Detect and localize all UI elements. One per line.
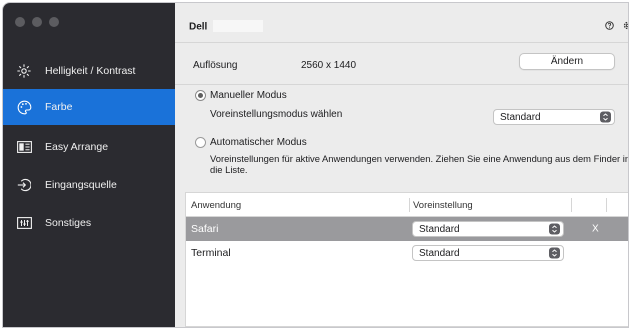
sidebar-item-others[interactable]: Sonstiges [3, 205, 175, 241]
input-source-icon [17, 177, 37, 193]
application-table: Anwendung Voreinstellung Safari Standard… [185, 192, 628, 327]
sidebar-item-color[interactable]: Farbe [3, 89, 175, 125]
column-divider [409, 198, 410, 212]
remove-app-button[interactable]: X [592, 224, 599, 235]
chevron-updown-icon [549, 247, 560, 259]
color-palette-icon [17, 99, 37, 115]
table-row[interactable]: Terminal Standard [186, 241, 628, 265]
minimize-window-button[interactable] [32, 17, 42, 27]
column-header-preset: Voreinstellung [413, 199, 473, 211]
easy-arrange-icon [17, 139, 37, 155]
resolution-label: Auflösung [193, 60, 238, 71]
manual-mode-radio[interactable] [195, 90, 206, 101]
app-name: Terminal [191, 247, 231, 259]
help-icon[interactable] [605, 21, 614, 33]
main-panel: Dell Auflösung 2560 x 1440 Ändern Manuel… [175, 3, 628, 327]
app-preset-select[interactable]: Standard [412, 221, 564, 237]
sidebar-item-label: Helligkeit / Kontrast [45, 65, 136, 77]
preset-mode-select[interactable]: Standard [493, 109, 615, 125]
app-preset-value: Standard [419, 223, 460, 235]
brightness-icon [17, 63, 37, 79]
table-row[interactable]: Safari Standard X [186, 217, 628, 241]
resolution-value: 2560 x 1440 [301, 60, 357, 71]
zoom-window-button[interactable] [49, 17, 59, 27]
header: Dell [175, 3, 628, 43]
others-icon [17, 215, 37, 231]
sidebar-item-brightness-contrast[interactable]: Helligkeit / Kontrast [3, 53, 175, 89]
sidebar: Helligkeit / Kontrast Farbe Easy Arrange… [3, 3, 175, 327]
app-preset-value: Standard [419, 247, 460, 259]
auto-mode-label[interactable]: Automatischer Modus [210, 137, 307, 148]
change-resolution-button[interactable]: Ändern [519, 53, 615, 70]
sidebar-item-label: Easy Arrange [45, 141, 109, 153]
sidebar-item-label: Eingangsquelle [45, 179, 117, 191]
sidebar-item-label: Farbe [45, 101, 73, 113]
column-divider [606, 198, 607, 212]
preset-mode-value: Standard [500, 111, 541, 123]
close-window-button[interactable] [15, 17, 25, 27]
app-window: Helligkeit / Kontrast Farbe Easy Arrange… [2, 2, 629, 328]
preset-mode-label: Voreinstellungsmodus wählen [210, 109, 343, 120]
chevron-updown-icon [600, 111, 611, 123]
manual-mode-label[interactable]: Manueller Modus [210, 90, 287, 101]
monitor-title: Dell [189, 21, 208, 33]
app-preset-select[interactable]: Standard [412, 245, 564, 261]
sidebar-item-label: Sonstiges [45, 217, 92, 229]
sidebar-item-input-source[interactable]: Eingangsquelle [3, 167, 175, 203]
window-controls [15, 17, 59, 27]
table-header: Anwendung Voreinstellung [186, 193, 628, 217]
gear-icon[interactable] [623, 21, 628, 33]
sidebar-item-easy-arrange[interactable]: Easy Arrange [3, 129, 175, 165]
chevron-updown-icon [549, 223, 560, 235]
monitor-model-name [213, 20, 263, 32]
auto-mode-description: Voreinstellungen für aktive Anwendungen … [210, 153, 629, 164]
column-divider [571, 198, 572, 212]
column-header-application: Anwendung [191, 199, 242, 211]
app-name: Safari [191, 223, 219, 235]
auto-mode-description-cont: die Liste. [210, 164, 248, 175]
auto-mode-radio[interactable] [195, 137, 206, 148]
